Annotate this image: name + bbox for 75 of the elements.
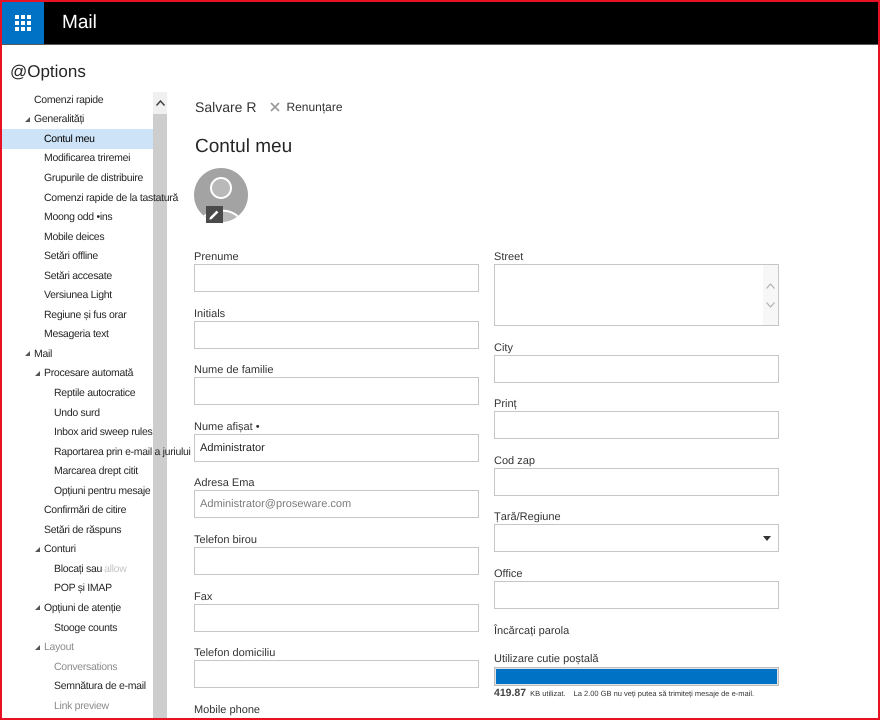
triangle-icon[interactable] xyxy=(25,351,30,356)
field-label: Mobile phone xyxy=(194,702,260,717)
field-label: Telefon birou xyxy=(194,532,257,547)
nav-item[interactable]: Stooge counts xyxy=(2,618,153,638)
field-label: Prinț xyxy=(494,397,517,412)
nav-item[interactable]: Grupurile de distribuire xyxy=(2,168,153,188)
triangle-icon[interactable] xyxy=(35,605,40,610)
select-field[interactable] xyxy=(494,524,779,552)
nav-item[interactable]: Generalități xyxy=(2,110,153,130)
input-field[interactable] xyxy=(194,320,479,349)
triangle-icon[interactable] xyxy=(35,370,40,376)
nav-item[interactable]: Marcarea drept citit xyxy=(2,461,153,481)
field-label: Nume afișat • xyxy=(194,420,260,434)
input-field[interactable] xyxy=(194,264,479,292)
triangle-icon[interactable] xyxy=(25,116,30,122)
input-field[interactable] xyxy=(494,468,779,496)
nav-item[interactable]: Setări de răspuns xyxy=(2,520,153,540)
field-label: City xyxy=(494,340,513,355)
input-field[interactable] xyxy=(494,354,779,383)
pencil-icon[interactable] xyxy=(206,206,223,223)
text-link[interactable]: Încărcați parola xyxy=(494,624,570,638)
nav-item[interactable]: Versiunea Light xyxy=(2,285,153,306)
input-field[interactable]: Administrator xyxy=(194,434,479,462)
input-field[interactable] xyxy=(494,411,779,440)
field-label: Utilizare cutie poștală xyxy=(494,652,599,666)
sidebar-title: @Options xyxy=(10,62,86,82)
nav-item[interactable]: Comenzi rapide xyxy=(2,90,153,110)
nav-item[interactable]: Conturi xyxy=(2,540,153,560)
nav-item[interactable]: Contul meu xyxy=(2,129,153,149)
input-field[interactable] xyxy=(194,546,479,575)
chevron-up-icon[interactable] xyxy=(156,100,164,106)
nav-item[interactable]: Mobile deices xyxy=(2,226,153,246)
save-button[interactable]: Salvare R xyxy=(195,99,256,115)
field-label: Cod zap xyxy=(494,454,535,468)
nav-item[interactable]: Modificarea triremei xyxy=(2,148,153,168)
app-title: Mail xyxy=(62,12,97,34)
nav-item[interactable]: Opțiuni de atenție xyxy=(2,598,153,618)
nav-item[interactable]: Opțiuni pentru mesaje xyxy=(2,480,153,500)
field-label: Adresa Ema xyxy=(194,476,255,490)
field-label: Nume de familie xyxy=(194,363,274,378)
input-field[interactable] xyxy=(194,377,479,406)
input-field[interactable] xyxy=(494,580,779,609)
nav-item[interactable]: Comenzi rapide de la tastatură xyxy=(2,188,180,208)
nav-item[interactable]: Mesageria text xyxy=(2,324,153,344)
field-label: Țară/Regiune xyxy=(494,510,561,524)
caret-icon xyxy=(763,536,771,541)
waffle-menu-icon[interactable] xyxy=(2,2,44,44)
textarea-field[interactable] xyxy=(494,264,779,326)
usage-amount: 419.87 xyxy=(494,687,526,700)
field-label: Fax xyxy=(194,590,212,604)
triangle-icon[interactable] xyxy=(35,546,40,552)
input-field[interactable] xyxy=(194,660,479,688)
chevron-down-icon[interactable] xyxy=(766,302,775,308)
nav-item[interactable]: Regiune și fus orar xyxy=(2,305,153,325)
nav-item[interactable]: Undo surd xyxy=(2,402,153,422)
nav-item[interactable]: Moong odd •ins xyxy=(2,207,153,227)
field-label: Prenume xyxy=(194,250,239,264)
nav-item[interactable]: Setări offline xyxy=(2,246,153,266)
field-label: Street xyxy=(494,250,524,264)
close-icon xyxy=(270,102,280,112)
nav-item[interactable]: Blocați sau allow xyxy=(2,559,153,579)
nav-item[interactable]: Procesare automată xyxy=(2,364,153,384)
nav-item[interactable]: Setări accesate xyxy=(2,266,153,286)
nav-item[interactable]: Mail xyxy=(2,344,153,364)
field-label: Initials xyxy=(194,306,226,321)
cancel-button[interactable]: Renunțare xyxy=(270,100,343,114)
nav-item[interactable]: POP și IMAP xyxy=(2,578,153,598)
nav-item[interactable]: Raportarea prin e-mail a juriului xyxy=(2,442,193,462)
input-field[interactable] xyxy=(194,604,479,632)
nav-item[interactable]: Reptile autocratice xyxy=(2,383,153,403)
nav-item[interactable]: Inbox arid sweep rules xyxy=(2,422,154,442)
nav-item[interactable]: Confirmări de citire xyxy=(2,500,153,520)
field-label: Office xyxy=(494,566,523,581)
field-label: Telefon domiciliu xyxy=(194,646,276,660)
page-title: Contul meu xyxy=(195,135,292,159)
